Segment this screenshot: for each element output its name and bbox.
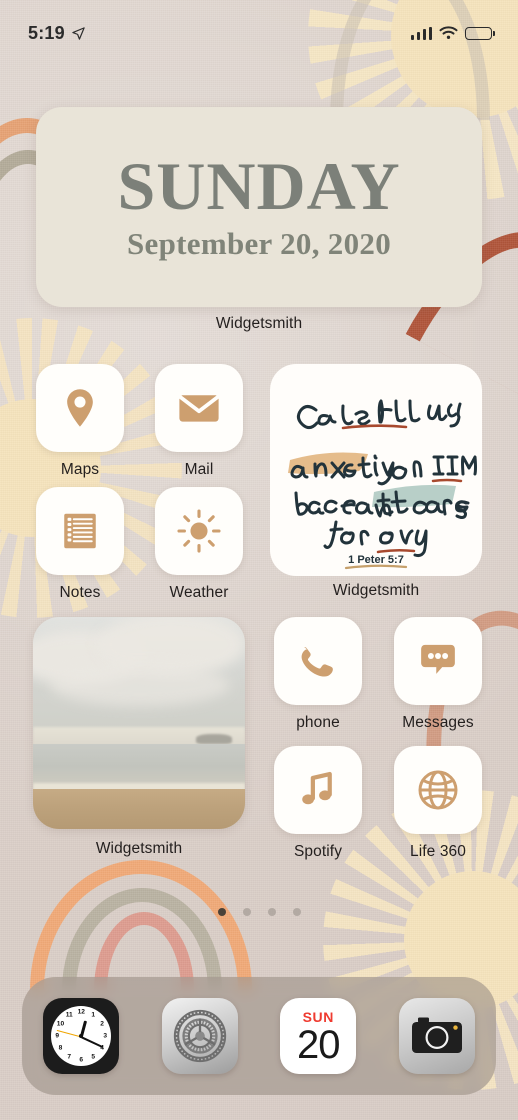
- beach-cloud: [49, 663, 231, 707]
- app-life360-tile[interactable]: [394, 746, 482, 834]
- calendar-icon: SUN 20: [280, 998, 357, 1074]
- page-indicator-dots[interactable]: [0, 908, 518, 916]
- app-weather[interactable]: Weather: [155, 487, 243, 602]
- widget-photo-label: Widgetsmith: [95, 840, 183, 857]
- clock-numeral: 7: [67, 1053, 72, 1061]
- map-pin-icon: [67, 389, 93, 427]
- clock-dial: 12 1 2 3 4 5 6 7 8 9 10 11: [51, 1006, 112, 1066]
- clock-numeral: 9: [55, 1032, 60, 1040]
- app-phone[interactable]: phone: [274, 617, 362, 732]
- page-dot[interactable]: [242, 908, 251, 916]
- page-dot[interactable]: [292, 908, 301, 916]
- calendar-day-of-week: SUN: [302, 1009, 334, 1025]
- widget-date-label: Widgetsmith: [215, 315, 303, 332]
- scripture-reference: 1 Peter 5:7: [348, 554, 404, 566]
- clock-numeral: 6: [79, 1056, 84, 1064]
- home-screen: SUNDAY September 20, 2020 Widgetsmith Ma…: [0, 0, 518, 1120]
- app-weather-label: Weather: [169, 584, 229, 601]
- gears-icon: [161, 998, 238, 1074]
- app-maps[interactable]: Maps: [36, 364, 124, 479]
- app-phone-tile[interactable]: [274, 617, 362, 705]
- app-notes[interactable]: Notes: [36, 487, 124, 602]
- dock-app-settings[interactable]: [161, 998, 238, 1074]
- calendar-day-number: 20: [297, 1023, 340, 1067]
- beach-rock: [196, 733, 233, 745]
- app-life360[interactable]: Life 360: [394, 746, 482, 861]
- beach-sand: [33, 788, 245, 829]
- widget-date[interactable]: SUNDAY September 20, 2020: [36, 107, 482, 307]
- dock: 12 1 2 3 4 5 6 7 8 9 10 11 SUN 20: [22, 977, 496, 1095]
- app-spotify-label: Spotify: [293, 843, 343, 860]
- status-bar-left: 5:19: [28, 23, 86, 44]
- clock-numeral: 10: [56, 1020, 65, 1028]
- cellular-bars-icon: [410, 26, 432, 40]
- app-spotify[interactable]: Spotify: [274, 746, 362, 861]
- clock-numeral: 4: [100, 1044, 104, 1052]
- music-note-icon: [302, 771, 332, 805]
- page-dot[interactable]: [267, 908, 276, 916]
- location-arrow-icon: [72, 26, 85, 40]
- app-messages[interactable]: Messages: [394, 617, 482, 732]
- status-bar-right: [410, 26, 495, 40]
- analog-clock-icon: 12 1 2 3 4 5 6 7 8 9 10 11: [43, 998, 120, 1074]
- scripture-handwriting: 1 Peter 5:7: [288, 399, 477, 570]
- notebook-icon: [64, 513, 96, 549]
- dock-app-camera[interactable]: [398, 998, 475, 1074]
- wifi-icon: [439, 26, 458, 39]
- status-time: 5:19: [28, 22, 65, 43]
- clock-second-hand: [56, 1029, 82, 1038]
- battery-icon: [465, 26, 495, 40]
- app-notes-label: Notes: [59, 584, 101, 601]
- app-mail[interactable]: Mail: [155, 364, 243, 479]
- clock-numeral: 5: [91, 1053, 96, 1061]
- app-messages-label: Messages: [402, 714, 474, 731]
- widget-scripture-quote[interactable]: 1 Peter 5:7: [270, 364, 482, 576]
- app-mail-label: Mail: [184, 461, 214, 478]
- clock-numeral: 3: [103, 1032, 108, 1040]
- app-spotify-tile[interactable]: [274, 746, 362, 834]
- widget-scripture-label: Widgetsmith: [332, 582, 420, 599]
- status-bar: 5:19: [0, 0, 518, 52]
- app-messages-tile[interactable]: [394, 617, 482, 705]
- dock-app-calendar[interactable]: SUN 20: [280, 998, 357, 1074]
- app-maps-tile[interactable]: [36, 364, 124, 452]
- widget-photo-beach[interactable]: [33, 617, 245, 829]
- clock-numeral: 12: [77, 1008, 85, 1016]
- clock-numeral: 1: [91, 1011, 96, 1019]
- sun-icon: [177, 509, 221, 553]
- date-widget-date: September 20, 2020: [127, 226, 391, 261]
- clock-numeral: 11: [65, 1011, 73, 1019]
- phone-handset-icon: [301, 647, 333, 677]
- beach-sea: [33, 744, 245, 789]
- globe-icon: [418, 770, 458, 810]
- app-weather-tile[interactable]: [155, 487, 243, 575]
- app-life360-label: Life 360: [410, 843, 466, 860]
- app-notes-tile[interactable]: [36, 487, 124, 575]
- date-widget-day-name: SUNDAY: [117, 148, 401, 224]
- envelope-icon: [178, 395, 220, 422]
- gear-glyph: [173, 1009, 226, 1063]
- dock-app-clock[interactable]: 12 1 2 3 4 5 6 7 8 9 10 11: [43, 998, 120, 1074]
- page-dot[interactable]: [217, 908, 226, 916]
- camera-icon: [398, 998, 475, 1074]
- clock-numeral: 8: [58, 1044, 63, 1052]
- clock-numeral: 2: [100, 1020, 104, 1028]
- speech-bubble-icon: [421, 644, 455, 674]
- app-maps-label: Maps: [60, 461, 100, 478]
- app-phone-label: phone: [296, 714, 340, 731]
- app-mail-tile[interactable]: [155, 364, 243, 452]
- camera-glyph: [411, 1017, 462, 1053]
